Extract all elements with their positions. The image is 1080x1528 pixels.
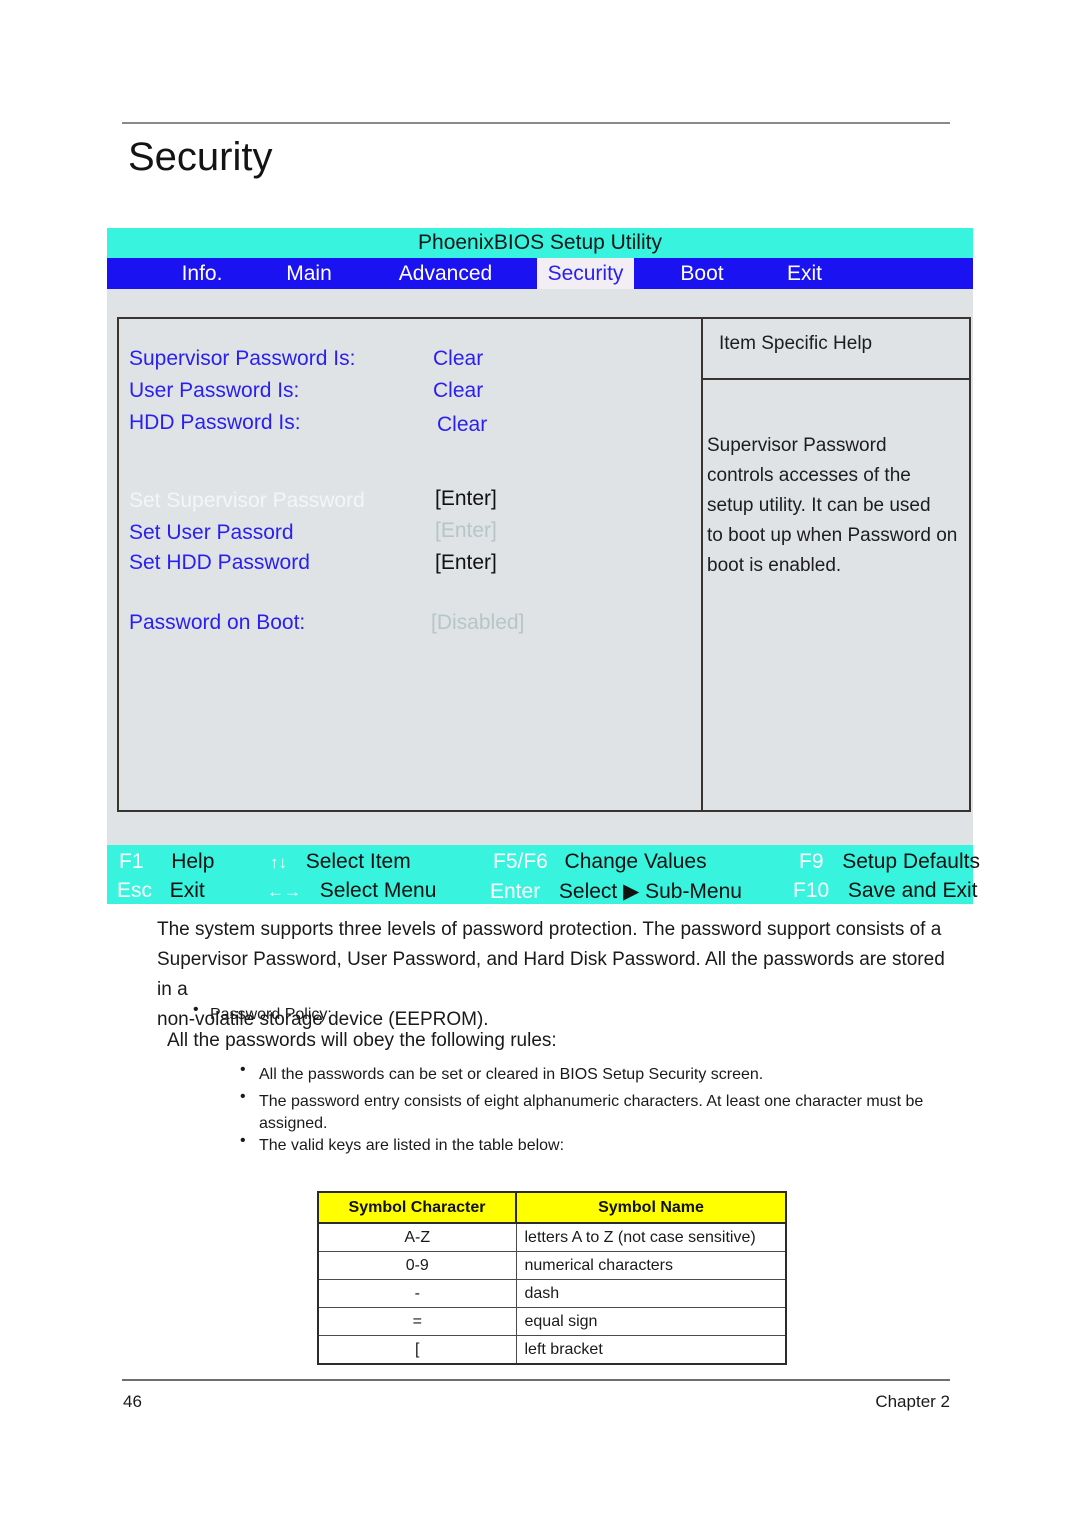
cell-symbol-character: A-Z <box>317 1222 517 1252</box>
table-row: A-Z letters A to Z (not case sensitive) <box>317 1222 787 1252</box>
fnkey-select-menu-action: Select Menu <box>319 879 437 902</box>
fnkey-enter-action: Select ▶ Sub-Menu <box>558 880 742 903</box>
footer-page-number: 46 <box>123 1392 142 1411</box>
fnkey-f10-key: F10 <box>793 879 830 902</box>
table-row: 0-9 numerical characters <box>317 1251 787 1280</box>
footer-chapter-label: Chapter 2 <box>875 1392 950 1411</box>
label-user-password-is: User Password Is: <box>129 379 300 402</box>
fnkey-esc[interactable]: Esc Exit <box>117 879 205 903</box>
bullet-dot-icon: • <box>193 1001 199 1018</box>
bios-tab-bar: Info. Main Advanced Security Boot Exit <box>107 258 973 289</box>
rule-item-1: All the passwords can be set or cleared … <box>259 1066 764 1083</box>
fnkey-select-item-action: Select Item <box>305 850 411 873</box>
table-row: [ left bracket <box>317 1335 787 1365</box>
cell-symbol-name: numerical characters <box>515 1251 787 1280</box>
bios-function-key-bar: F1 Help ↑↓ Select Item F5/F6 Change Valu… <box>107 845 980 904</box>
help-line: controls accesses of the <box>707 465 911 486</box>
arrow-left-right-icon: ←→ <box>267 882 301 901</box>
cell-symbol-name: letters A to Z (not case sensitive) <box>515 1222 787 1252</box>
cell-symbol-character: 0-9 <box>317 1251 517 1280</box>
bullet-dot-icon: • <box>240 1088 246 1105</box>
label-hdd-password-is: HDD Password Is: <box>129 411 301 434</box>
intro-line: Supervisor Password, User Password, and … <box>157 949 945 1000</box>
help-line: setup utility. It can be used <box>707 495 931 516</box>
cell-symbol-name: equal sign <box>515 1307 787 1336</box>
label-set-user-password: Set User Passord <box>129 521 294 544</box>
fnkey-f9[interactable]: F9 Setup Defaults <box>799 850 980 874</box>
tab-info[interactable]: Info. <box>157 258 247 289</box>
bios-body: Item Specific Help Supervisor Password c… <box>107 289 973 845</box>
item-specific-help-title: Item Specific Help <box>719 333 873 354</box>
fnkey-f1-action: Help <box>171 850 215 873</box>
cell-symbol-character: - <box>317 1279 517 1308</box>
value-supervisor-password-is: Clear <box>433 347 484 370</box>
column-header-symbol-name: Symbol Name <box>515 1191 787 1224</box>
intro-line: The system supports three levels of pass… <box>157 919 942 940</box>
panel-vertical-divider <box>701 319 703 810</box>
footer-rule <box>122 1379 950 1381</box>
fnkey-f5f6-key: F5/F6 <box>493 850 548 873</box>
header-rule <box>122 122 950 124</box>
value-set-hdd-password: [Enter] <box>435 551 497 574</box>
tab-boot[interactable]: Boot <box>662 258 742 289</box>
fnkey-f5f6-action: Change Values <box>564 850 707 873</box>
rule-item-2-line1: The password entry consists of eight alp… <box>259 1093 924 1110</box>
page-title: Security <box>128 135 273 179</box>
fnkey-f10-action: Save and Exit <box>847 879 978 902</box>
cell-symbol-character: [ <box>317 1335 517 1365</box>
fnkey-f5f6[interactable]: F5/F6 Change Values <box>493 850 707 874</box>
password-policy-bullet: Password Policy: <box>210 1006 332 1023</box>
bios-title-bar: PhoenixBIOS Setup Utility <box>107 228 973 258</box>
bullet-dot-icon: • <box>240 1061 246 1078</box>
fnkey-enter[interactable]: Enter Select ▶ Sub-Menu <box>490 879 742 904</box>
label-password-on-boot: Password on Boot: <box>129 611 306 634</box>
table-header-row: Symbol Character Symbol Name <box>317 1191 787 1224</box>
tab-main[interactable]: Main <box>264 258 354 289</box>
tab-exit[interactable]: Exit <box>767 258 842 289</box>
fnkey-esc-key: Esc <box>117 879 153 902</box>
fnkey-enter-key: Enter <box>490 880 541 903</box>
help-line: boot is enabled. <box>707 555 842 576</box>
rule-item-3: The valid keys are listed in the table b… <box>259 1137 565 1154</box>
cell-symbol-name: dash <box>515 1279 787 1308</box>
value-set-supervisor-password: [Enter] <box>435 487 497 510</box>
column-header-symbol-character: Symbol Character <box>317 1191 517 1224</box>
label-supervisor-password-is: Supervisor Password Is: <box>129 347 356 370</box>
bios-setup-screenshot: PhoenixBIOS Setup Utility Info. Main Adv… <box>107 228 980 904</box>
fnkey-f1-key: F1 <box>119 850 144 873</box>
label-set-hdd-password: Set HDD Password <box>129 551 310 574</box>
cell-symbol-character: = <box>317 1307 517 1336</box>
cell-symbol-name: left bracket <box>515 1335 787 1365</box>
help-title-divider <box>701 378 971 380</box>
fnkey-f9-action: Setup Defaults <box>842 850 980 873</box>
value-user-password-is: Clear <box>433 379 484 402</box>
value-set-user-password: [Enter] <box>435 519 497 542</box>
rules-lead-text: All the passwords will obey the followin… <box>167 1030 557 1051</box>
bios-panel-frame: Item Specific Help Supervisor Password c… <box>117 317 971 812</box>
item-specific-help-text: Supervisor Password controls accesses of… <box>707 431 975 581</box>
table-row: = equal sign <box>317 1307 787 1336</box>
label-set-supervisor-password: Set Supervisor Password <box>129 489 365 512</box>
bullet-dot-icon: • <box>240 1132 246 1149</box>
fnkey-esc-action: Exit <box>169 879 205 902</box>
value-password-on-boot: [Disabled] <box>431 611 525 634</box>
tab-security[interactable]: Security <box>537 258 634 289</box>
table-row: - dash <box>317 1279 787 1308</box>
fnkey-arrows-vertical[interactable]: ↑↓ Select Item <box>270 850 411 874</box>
help-line: to boot up when Password on <box>707 525 958 546</box>
tab-advanced[interactable]: Advanced <box>373 258 518 289</box>
bios-title-text: PhoenixBIOS Setup Utility <box>418 231 662 254</box>
fnkey-arrows-horizontal[interactable]: ←→ Select Menu <box>267 879 436 903</box>
help-line: Supervisor Password <box>707 435 887 456</box>
symbol-character-table: Symbol Character Symbol Name A-Z letters… <box>317 1191 787 1365</box>
value-hdd-password-is: Clear <box>437 413 488 436</box>
fnkey-f1[interactable]: F1 Help <box>119 850 214 874</box>
fnkey-f9-key: F9 <box>799 850 824 873</box>
arrow-up-down-icon: ↑↓ <box>270 853 287 872</box>
fnkey-f10[interactable]: F10 Save and Exit <box>793 879 977 903</box>
